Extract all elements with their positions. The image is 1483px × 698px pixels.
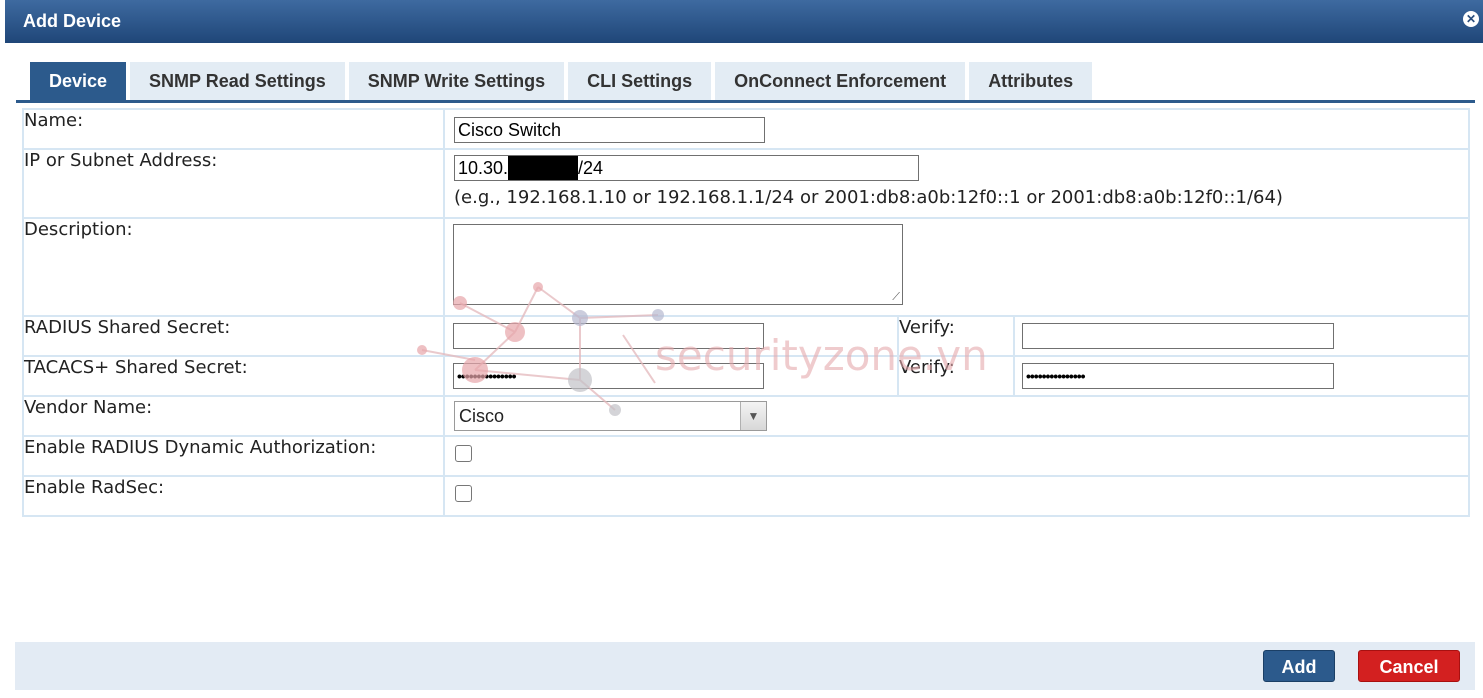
description-textarea[interactable]: ⟋ (453, 224, 903, 305)
resize-grip-icon[interactable]: ⟋ (892, 291, 900, 302)
ip-value-suffix: /24 (578, 158, 604, 178)
tacacs-secret-input[interactable]: ••••••••••••••• (453, 363, 764, 389)
dialog-title: Add Device (23, 11, 122, 31)
radsec-checkbox[interactable] (455, 485, 472, 502)
form-row-vendor: Vendor Name: Cisco ▼ (22, 395, 1470, 437)
radius-verify-label: Verify: (897, 315, 1015, 357)
tacacs-verify-label: Verify: (897, 355, 1015, 397)
tab-bar: Device SNMP Read Settings SNMP Write Set… (30, 62, 1096, 100)
vendor-select[interactable]: Cisco ▼ (454, 401, 767, 431)
name-label: Name: (22, 108, 445, 150)
form-row-description: Description: ⟋ (22, 217, 1470, 317)
tab-attributes[interactable]: Attributes (969, 62, 1093, 100)
tab-onconnect-enforcement[interactable]: OnConnect Enforcement (715, 62, 966, 100)
form-row-tacacs-secret: TACACS+ Shared Secret: ••••••••••••••• V… (22, 355, 1470, 397)
ip-input[interactable]: 10.30. /24 (454, 155, 919, 181)
radius-dyn-auth-checkbox[interactable] (455, 445, 472, 462)
ip-label: IP or Subnet Address: (22, 148, 445, 219)
close-icon[interactable]: ✕ (1463, 11, 1479, 27)
radsec-label: Enable RadSec: (22, 475, 445, 517)
tab-underline (16, 100, 1475, 103)
tab-snmp-read-settings[interactable]: SNMP Read Settings (130, 62, 345, 100)
tacacs-verify-input[interactable]: ••••••••••••••• (1022, 363, 1334, 389)
form-row-radius-dyn-auth: Enable RADIUS Dynamic Authorization: (22, 435, 1470, 477)
chevron-down-icon[interactable]: ▼ (740, 402, 766, 430)
form-row-name: Name: Cisco Switch (22, 108, 1470, 150)
form-row-radius-secret: RADIUS Shared Secret: Verify: (22, 315, 1470, 357)
ip-value-prefix: 10.30. (458, 158, 509, 178)
dialog-titlebar: Add Device ✕ (5, 0, 1483, 43)
add-button[interactable]: Add (1263, 650, 1335, 682)
tab-device[interactable]: Device (30, 62, 127, 100)
tab-snmp-write-settings[interactable]: SNMP Write Settings (348, 62, 565, 100)
tacacs-secret-label: TACACS+ Shared Secret: (22, 355, 445, 397)
ip-hint: (e.g., 192.168.1.10 or 192.168.1.1/24 or… (454, 187, 1283, 208)
dialog-footer (15, 642, 1475, 690)
vendor-selected-value: Cisco (459, 406, 505, 426)
radius-secret-input[interactable] (453, 323, 764, 349)
radius-verify-input[interactable] (1022, 323, 1334, 349)
device-form: Name: Cisco Switch IP or Subnet Address:… (22, 108, 1470, 517)
vendor-label: Vendor Name: (22, 395, 445, 437)
description-label: Description: (22, 217, 445, 317)
radius-secret-label: RADIUS Shared Secret: (22, 315, 445, 357)
name-input[interactable]: Cisco Switch (454, 117, 765, 143)
form-row-radsec: Enable RadSec: (22, 475, 1470, 517)
radius-dyn-auth-label: Enable RADIUS Dynamic Authorization: (22, 435, 445, 477)
form-row-ip: IP or Subnet Address: 10.30. /24 (e.g., 1… (22, 148, 1470, 219)
cancel-button[interactable]: Cancel (1358, 650, 1460, 682)
tab-cli-settings[interactable]: CLI Settings (568, 62, 712, 100)
redacted-block (508, 156, 579, 180)
